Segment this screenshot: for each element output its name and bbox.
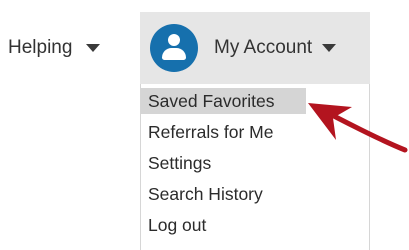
helping-label: Helping bbox=[8, 37, 73, 58]
menu-item-settings[interactable]: Settings bbox=[141, 150, 306, 176]
helping-menu-button[interactable]: Helping bbox=[0, 22, 130, 74]
my-account-label: My Account bbox=[214, 37, 313, 58]
menu-item-saved-favorites[interactable]: Saved Favorites bbox=[141, 88, 306, 114]
menu-item-log-out[interactable]: Log out bbox=[141, 212, 306, 238]
menu-item-referrals-for-me[interactable]: Referrals for Me bbox=[141, 119, 306, 145]
user-icon bbox=[150, 24, 198, 72]
menu-item-search-history[interactable]: Search History bbox=[141, 181, 306, 207]
chevron-down-icon bbox=[86, 44, 101, 52]
chevron-down-icon bbox=[322, 44, 337, 52]
account-dropdown-menu: Saved Favorites Referrals for Me Setting… bbox=[140, 84, 370, 250]
my-account-menu-button[interactable]: My Account bbox=[140, 12, 370, 84]
